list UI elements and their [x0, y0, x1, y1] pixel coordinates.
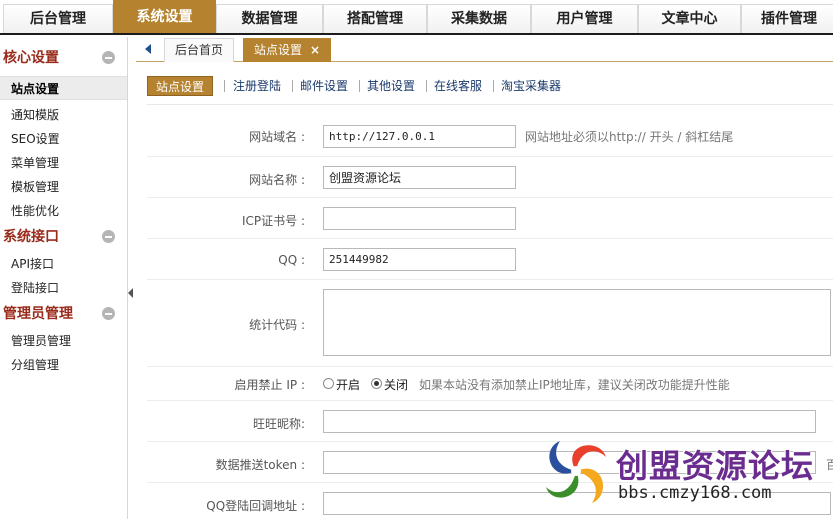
nav-backend-admin[interactable]: 后台管理 [3, 4, 113, 33]
sidebar-item-api[interactable]: API接口 [0, 252, 127, 276]
sidebar-item-notify-template[interactable]: 通知模版 [0, 103, 127, 127]
nav-user-management[interactable]: 用户管理 [531, 4, 638, 33]
tab-label: 站点设置 [254, 43, 303, 57]
sidebar-item-site-settings[interactable]: 站点设置 [0, 76, 127, 100]
separator [359, 80, 360, 92]
site-name-input[interactable] [323, 166, 516, 189]
separator [493, 80, 494, 92]
site-name-label: 网站名称 : [249, 173, 305, 187]
separator [224, 80, 225, 92]
nav-article-center[interactable]: 文章中心 [638, 4, 741, 33]
sidebar-group-admins[interactable]: 管理员管理 [0, 301, 127, 325]
separator [292, 80, 293, 92]
sidebar-item-admin-management[interactable]: 管理员管理 [0, 329, 127, 353]
icp-label: ICP证书号 : [241, 214, 305, 228]
top-navigation: 后台管理 系统设置 数据管理 搭配管理 采集数据 用户管理 文章中心 插件管理 [0, 0, 833, 35]
separator [426, 80, 427, 92]
subtab-other-settings[interactable]: 其他设置 [367, 76, 415, 96]
stats-code-textarea[interactable] [323, 289, 831, 356]
ip-ban-on-label[interactable]: 开启 [336, 376, 360, 393]
divider [147, 104, 833, 105]
sidebar-group-core[interactable]: 核心设置 [0, 45, 127, 69]
subtab-mail-settings[interactable]: 邮件设置 [300, 76, 348, 96]
domain-hint: 网站地址必须以http:// 开头 / 斜杠结尾 [525, 130, 734, 144]
sidebar-group-title: 管理员管理 [3, 306, 73, 322]
nav-data-management[interactable]: 数据管理 [216, 4, 323, 33]
domain-label: 网站域名 : [249, 130, 305, 144]
domain-input[interactable] [323, 125, 516, 148]
stats-code-label: 统计代码 : [249, 318, 305, 332]
subtab-taobao-collector[interactable]: 淘宝采集器 [501, 76, 561, 96]
watermark-title: 创盟资源论坛 [616, 447, 815, 485]
sidebar-item-template[interactable]: 模板管理 [0, 175, 127, 199]
subtab-online-service[interactable]: 在线客服 [434, 76, 482, 96]
qq-label: QQ : [278, 253, 305, 267]
tab-scroll-left-icon[interactable] [145, 44, 151, 54]
close-icon[interactable]: × [310, 43, 320, 57]
row-icp: ICP证书号 : [147, 199, 833, 239]
row-stats-code: 统计代码 : [147, 281, 833, 367]
settings-subtabs: 站点设置 注册登陆 邮件设置 其他设置 在线客服 淘宝采集器 [147, 76, 833, 98]
subtab-register-login[interactable]: 注册登陆 [233, 76, 281, 96]
qq-callback-label: QQ登陆回调地址 : [206, 499, 305, 513]
tab-home[interactable]: 后台首页 [164, 38, 235, 62]
icp-input[interactable] [323, 207, 516, 230]
sidebar-item-login-api[interactable]: 登陆接口 [0, 276, 127, 300]
tab-site-settings[interactable]: 站点设置 × [243, 38, 332, 62]
nav-match-management[interactable]: 搭配管理 [323, 4, 427, 33]
push-token-label: 数据推送token : [215, 458, 305, 472]
sidebar: 核心设置 站点设置 通知模版 SEO设置 菜单管理 模板管理 性能优化 系统接口… [0, 37, 128, 519]
sidebar-item-seo[interactable]: SEO设置 [0, 127, 127, 151]
collapse-minus-icon[interactable] [102, 51, 115, 64]
ip-ban-off-label[interactable]: 关闭 [384, 376, 408, 393]
wangwang-label: 旺旺昵称: [252, 417, 305, 431]
wangwang-input[interactable] [323, 410, 816, 433]
ip-ban-hint: 如果本站没有添加禁止IP地址库，建议关闭改功能提升性能 [419, 378, 730, 392]
ip-ban-on-radio[interactable] [323, 378, 334, 389]
sidebar-group-title: 系统接口 [3, 229, 59, 245]
sidebar-item-menu[interactable]: 菜单管理 [0, 151, 127, 175]
nav-system-settings[interactable]: 系统设置 [113, 0, 216, 33]
watermark-logo: 创盟资源论坛 bbs.cmzy168.com [540, 435, 833, 519]
row-qq: QQ : [147, 240, 833, 280]
tab-bar: 后台首页 站点设置 × [136, 37, 833, 62]
ip-ban-off-radio[interactable] [371, 378, 382, 389]
tab-label: 后台首页 [175, 43, 224, 57]
nav-plugin-management[interactable]: 插件管理 [741, 4, 833, 33]
sidebar-group-title: 核心设置 [3, 50, 59, 66]
sidebar-item-group-management[interactable]: 分组管理 [0, 353, 127, 377]
row-site-name: 网站名称 : [147, 158, 833, 198]
row-site-domain: 网站域名 : 网站地址必须以http:// 开头 / 斜杠结尾 [147, 116, 833, 157]
sidebar-group-interfaces[interactable]: 系统接口 [0, 224, 127, 248]
collapse-minus-icon[interactable] [102, 230, 115, 243]
swirl-logo-icon [546, 441, 606, 503]
nav-collect-data[interactable]: 采集数据 [427, 4, 531, 33]
ip-ban-label: 启用禁止 IP : [234, 378, 305, 392]
row-ip-ban: 启用禁止 IP : 开启 关闭 如果本站没有添加禁止IP地址库，建议关闭改功能提… [147, 368, 833, 401]
collapse-minus-icon[interactable] [102, 307, 115, 320]
sidebar-item-performance[interactable]: 性能优化 [0, 199, 127, 223]
watermark-url: bbs.cmzy168.com [618, 483, 772, 503]
qq-input[interactable] [323, 248, 516, 271]
subtab-site-settings[interactable]: 站点设置 [147, 76, 214, 96]
sidebar-collapse-arrow-icon[interactable] [128, 288, 133, 298]
